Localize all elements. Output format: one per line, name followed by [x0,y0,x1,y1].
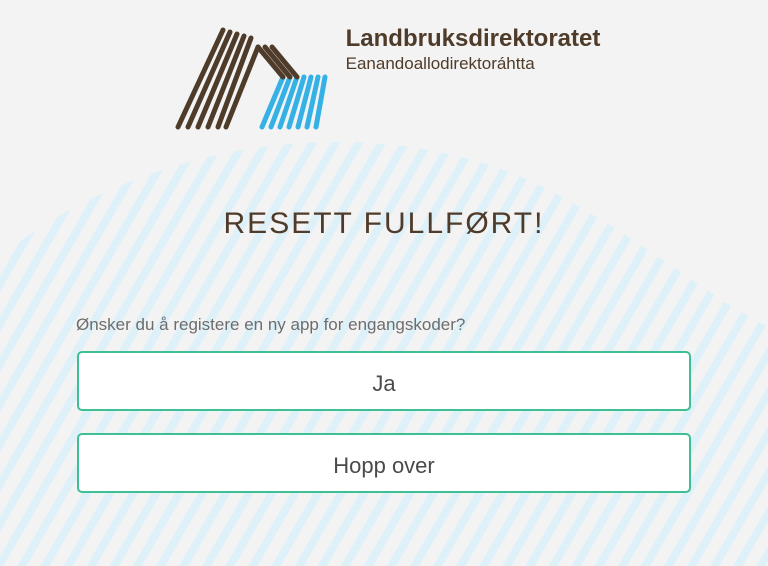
brand-title: Landbruksdirektoratet [346,26,601,52]
page: Landbruksdirektoratet Eanandoallodirekto… [0,0,768,566]
logo-text: Landbruksdirektoratet Eanandoallodirekto… [346,22,601,74]
page-heading: RESETT FULLFØRT! [0,207,768,241]
logo-mark-icon [168,22,328,132]
content: RESETT FULLFØRT! Ønsker du å registere e… [0,207,768,493]
skip-button[interactable]: Hopp over [77,433,691,493]
prompt-text: Ønsker du å registere en ny app for enga… [76,315,768,335]
header: Landbruksdirektoratet Eanandoallodirekto… [0,0,768,137]
brand-subtitle: Eanandoallodirektoráhtta [346,54,601,74]
logo: Landbruksdirektoratet Eanandoallodirekto… [168,22,601,132]
yes-button[interactable]: Ja [77,351,691,411]
